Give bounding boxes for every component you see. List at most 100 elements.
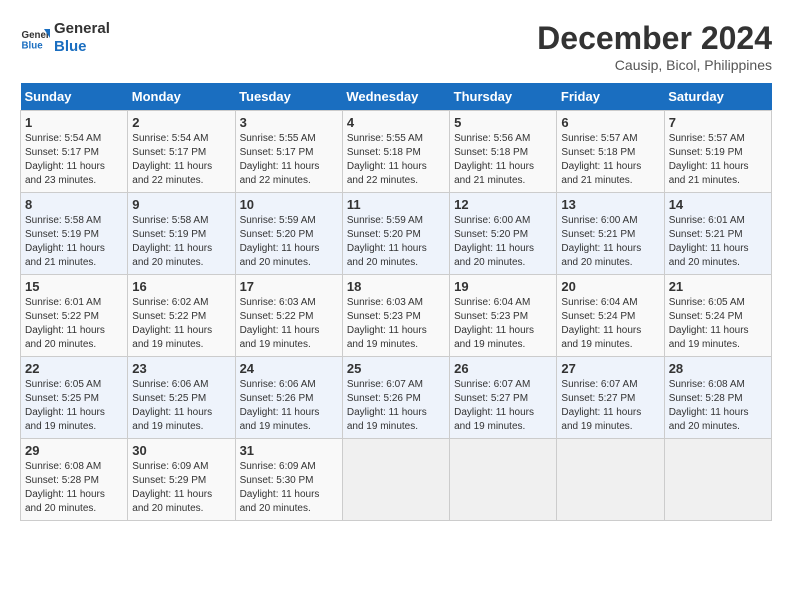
calendar-cell: 21 Sunrise: 6:05 AM Sunset: 5:24 PM Dayl… xyxy=(664,275,771,357)
day-number: 4 xyxy=(347,115,445,130)
day-info: Sunrise: 5:56 AM Sunset: 5:18 PM Dayligh… xyxy=(454,132,552,188)
day-header-sunday: Sunday xyxy=(21,83,128,111)
calendar-cell: 27 Sunrise: 6:07 AM Sunset: 5:27 PM Dayl… xyxy=(557,357,664,439)
day-info: Sunrise: 5:58 AM Sunset: 5:19 PM Dayligh… xyxy=(132,214,230,270)
calendar-cell: 28 Sunrise: 6:08 AM Sunset: 5:28 PM Dayl… xyxy=(664,357,771,439)
calendar-cell: 25 Sunrise: 6:07 AM Sunset: 5:26 PM Dayl… xyxy=(342,357,449,439)
logo: General Blue General Blue xyxy=(20,20,110,56)
day-info: Sunrise: 6:04 AM Sunset: 5:24 PM Dayligh… xyxy=(561,296,659,352)
calendar-week-row: 1 Sunrise: 5:54 AM Sunset: 5:17 PM Dayli… xyxy=(21,111,772,193)
day-header-friday: Friday xyxy=(557,83,664,111)
calendar-cell: 1 Sunrise: 5:54 AM Sunset: 5:17 PM Dayli… xyxy=(21,111,128,193)
day-number: 3 xyxy=(240,115,338,130)
calendar-cell: 8 Sunrise: 5:58 AM Sunset: 5:19 PM Dayli… xyxy=(21,193,128,275)
day-info: Sunrise: 6:07 AM Sunset: 5:27 PM Dayligh… xyxy=(454,378,552,434)
day-number: 9 xyxy=(132,197,230,212)
day-info: Sunrise: 5:54 AM Sunset: 5:17 PM Dayligh… xyxy=(132,132,230,188)
calendar-cell: 4 Sunrise: 5:55 AM Sunset: 5:18 PM Dayli… xyxy=(342,111,449,193)
day-info: Sunrise: 5:57 AM Sunset: 5:18 PM Dayligh… xyxy=(561,132,659,188)
calendar-cell: 22 Sunrise: 6:05 AM Sunset: 5:25 PM Dayl… xyxy=(21,357,128,439)
day-info: Sunrise: 6:06 AM Sunset: 5:25 PM Dayligh… xyxy=(132,378,230,434)
day-number: 11 xyxy=(347,197,445,212)
calendar-cell: 2 Sunrise: 5:54 AM Sunset: 5:17 PM Dayli… xyxy=(128,111,235,193)
day-number: 14 xyxy=(669,197,767,212)
day-info: Sunrise: 6:02 AM Sunset: 5:22 PM Dayligh… xyxy=(132,296,230,352)
calendar-cell: 3 Sunrise: 5:55 AM Sunset: 5:17 PM Dayli… xyxy=(235,111,342,193)
day-number: 7 xyxy=(669,115,767,130)
calendar-cell: 30 Sunrise: 6:09 AM Sunset: 5:29 PM Dayl… xyxy=(128,439,235,521)
logo-line2: Blue xyxy=(54,38,110,56)
day-header-tuesday: Tuesday xyxy=(235,83,342,111)
day-info: Sunrise: 5:55 AM Sunset: 5:17 PM Dayligh… xyxy=(240,132,338,188)
logo-svg: General Blue xyxy=(20,23,50,53)
calendar-cell: 11 Sunrise: 5:59 AM Sunset: 5:20 PM Dayl… xyxy=(342,193,449,275)
day-number: 22 xyxy=(25,361,123,376)
day-number: 27 xyxy=(561,361,659,376)
day-info: Sunrise: 6:06 AM Sunset: 5:26 PM Dayligh… xyxy=(240,378,338,434)
calendar-cell xyxy=(450,439,557,521)
calendar-cell: 18 Sunrise: 6:03 AM Sunset: 5:23 PM Dayl… xyxy=(342,275,449,357)
day-number: 10 xyxy=(240,197,338,212)
calendar-cell: 20 Sunrise: 6:04 AM Sunset: 5:24 PM Dayl… xyxy=(557,275,664,357)
calendar-cell xyxy=(342,439,449,521)
calendar-cell: 24 Sunrise: 6:06 AM Sunset: 5:26 PM Dayl… xyxy=(235,357,342,439)
day-info: Sunrise: 6:08 AM Sunset: 5:28 PM Dayligh… xyxy=(669,378,767,434)
day-header-thursday: Thursday xyxy=(450,83,557,111)
calendar-cell: 13 Sunrise: 6:00 AM Sunset: 5:21 PM Dayl… xyxy=(557,193,664,275)
day-info: Sunrise: 6:01 AM Sunset: 5:22 PM Dayligh… xyxy=(25,296,123,352)
calendar-cell: 29 Sunrise: 6:08 AM Sunset: 5:28 PM Dayl… xyxy=(21,439,128,521)
day-info: Sunrise: 6:07 AM Sunset: 5:26 PM Dayligh… xyxy=(347,378,445,434)
day-number: 16 xyxy=(132,279,230,294)
day-number: 17 xyxy=(240,279,338,294)
day-info: Sunrise: 6:03 AM Sunset: 5:23 PM Dayligh… xyxy=(347,296,445,352)
day-number: 2 xyxy=(132,115,230,130)
calendar-header-row: SundayMondayTuesdayWednesdayThursdayFrid… xyxy=(21,83,772,111)
calendar-cell: 19 Sunrise: 6:04 AM Sunset: 5:23 PM Dayl… xyxy=(450,275,557,357)
calendar-cell xyxy=(557,439,664,521)
calendar-week-row: 15 Sunrise: 6:01 AM Sunset: 5:22 PM Dayl… xyxy=(21,275,772,357)
calendar-week-row: 29 Sunrise: 6:08 AM Sunset: 5:28 PM Dayl… xyxy=(21,439,772,521)
calendar-cell: 16 Sunrise: 6:02 AM Sunset: 5:22 PM Dayl… xyxy=(128,275,235,357)
day-number: 23 xyxy=(132,361,230,376)
calendar-cell: 9 Sunrise: 5:58 AM Sunset: 5:19 PM Dayli… xyxy=(128,193,235,275)
day-info: Sunrise: 6:09 AM Sunset: 5:29 PM Dayligh… xyxy=(132,460,230,516)
day-info: Sunrise: 6:00 AM Sunset: 5:21 PM Dayligh… xyxy=(561,214,659,270)
day-number: 31 xyxy=(240,443,338,458)
day-number: 19 xyxy=(454,279,552,294)
day-number: 20 xyxy=(561,279,659,294)
calendar-cell xyxy=(664,439,771,521)
day-info: Sunrise: 6:04 AM Sunset: 5:23 PM Dayligh… xyxy=(454,296,552,352)
calendar-cell: 12 Sunrise: 6:00 AM Sunset: 5:20 PM Dayl… xyxy=(450,193,557,275)
day-number: 15 xyxy=(25,279,123,294)
day-info: Sunrise: 6:08 AM Sunset: 5:28 PM Dayligh… xyxy=(25,460,123,516)
day-info: Sunrise: 5:57 AM Sunset: 5:19 PM Dayligh… xyxy=(669,132,767,188)
day-number: 25 xyxy=(347,361,445,376)
calendar-cell: 14 Sunrise: 6:01 AM Sunset: 5:21 PM Dayl… xyxy=(664,193,771,275)
day-header-wednesday: Wednesday xyxy=(342,83,449,111)
calendar-week-row: 22 Sunrise: 6:05 AM Sunset: 5:25 PM Dayl… xyxy=(21,357,772,439)
calendar-cell: 10 Sunrise: 5:59 AM Sunset: 5:20 PM Dayl… xyxy=(235,193,342,275)
day-number: 12 xyxy=(454,197,552,212)
day-info: Sunrise: 5:54 AM Sunset: 5:17 PM Dayligh… xyxy=(25,132,123,188)
calendar-cell: 15 Sunrise: 6:01 AM Sunset: 5:22 PM Dayl… xyxy=(21,275,128,357)
day-info: Sunrise: 5:59 AM Sunset: 5:20 PM Dayligh… xyxy=(347,214,445,270)
header: General Blue General Blue December 2024 … xyxy=(20,20,772,73)
day-info: Sunrise: 5:55 AM Sunset: 5:18 PM Dayligh… xyxy=(347,132,445,188)
day-header-monday: Monday xyxy=(128,83,235,111)
day-info: Sunrise: 5:59 AM Sunset: 5:20 PM Dayligh… xyxy=(240,214,338,270)
day-number: 8 xyxy=(25,197,123,212)
svg-text:Blue: Blue xyxy=(22,41,44,52)
calendar-cell: 5 Sunrise: 5:56 AM Sunset: 5:18 PM Dayli… xyxy=(450,111,557,193)
day-header-saturday: Saturday xyxy=(664,83,771,111)
location-subtitle: Causip, Bicol, Philippines xyxy=(537,57,772,73)
day-number: 30 xyxy=(132,443,230,458)
calendar-table: SundayMondayTuesdayWednesdayThursdayFrid… xyxy=(20,83,772,521)
day-number: 26 xyxy=(454,361,552,376)
day-number: 13 xyxy=(561,197,659,212)
day-number: 18 xyxy=(347,279,445,294)
day-number: 6 xyxy=(561,115,659,130)
day-number: 5 xyxy=(454,115,552,130)
calendar-body: 1 Sunrise: 5:54 AM Sunset: 5:17 PM Dayli… xyxy=(21,111,772,521)
month-title: December 2024 xyxy=(537,20,772,57)
calendar-cell: 17 Sunrise: 6:03 AM Sunset: 5:22 PM Dayl… xyxy=(235,275,342,357)
